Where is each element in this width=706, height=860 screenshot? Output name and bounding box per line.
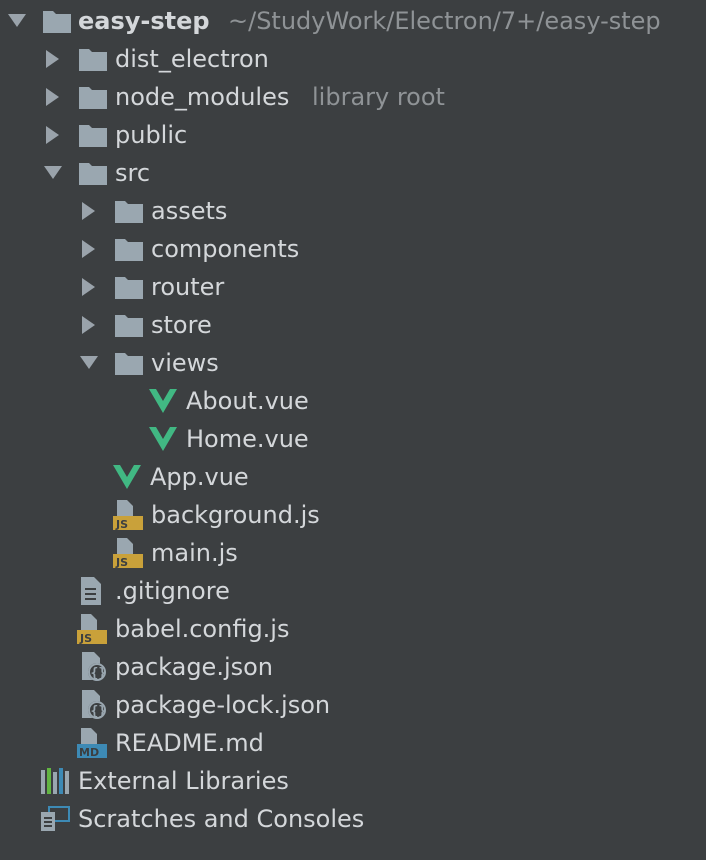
tree-row-store[interactable]: store — [0, 306, 706, 344]
tree-row-views[interactable]: views — [0, 344, 706, 382]
triangle-down-icon[interactable] — [6, 10, 28, 32]
folder-label: store — [151, 311, 212, 339]
triangle-right-icon[interactable] — [78, 276, 100, 298]
js-file-icon: JS — [113, 500, 143, 530]
project-path: ~/StudyWork/Electron/7+/easy-step — [228, 7, 661, 35]
js-badge-text: JS — [115, 518, 128, 530]
tree-row-background-js[interactable]: JS background.js — [0, 496, 706, 534]
project-tree: easy-step ~/StudyWork/Electron/7+/easy-s… — [0, 0, 706, 860]
tree-row-assets[interactable]: assets — [0, 192, 706, 230]
file-label: background.js — [151, 501, 320, 529]
file-label: About.vue — [186, 387, 309, 415]
folder-icon — [114, 196, 144, 226]
library-icon — [40, 766, 70, 796]
folder-label: src — [115, 159, 151, 187]
file-label: App.vue — [150, 463, 249, 491]
triangle-right-icon[interactable] — [78, 200, 100, 222]
folder-label: assets — [151, 197, 228, 225]
file-label: .gitignore — [115, 577, 230, 605]
tree-row-easy-step[interactable]: easy-step ~/StudyWork/Electron/7+/easy-s… — [0, 2, 706, 40]
tree-row-node-modules[interactable]: node_modules library root — [0, 78, 706, 116]
tree-row-src[interactable]: src — [0, 154, 706, 192]
triangle-right-icon[interactable] — [42, 124, 64, 146]
triangle-down-icon[interactable] — [78, 352, 100, 374]
folder-label: node_modules — [115, 83, 290, 111]
tree-row-public[interactable]: public — [0, 116, 706, 154]
js-file-icon: JS — [113, 538, 143, 568]
folder-icon — [114, 310, 144, 340]
folder-icon — [114, 348, 144, 378]
svg-text:{}: {} — [91, 666, 107, 681]
svg-text:{}: {} — [91, 704, 107, 719]
file-label: main.js — [151, 539, 238, 567]
json-file-icon: {} — [78, 652, 108, 682]
triangle-down-icon[interactable] — [42, 162, 64, 184]
json-file-icon: {} — [78, 690, 108, 720]
tree-row-external-libraries[interactable]: External Libraries — [0, 762, 706, 800]
file-label: package-lock.json — [115, 691, 331, 719]
file-label: babel.config.js — [115, 615, 290, 643]
folder-label: router — [151, 273, 225, 301]
file-label: Home.vue — [186, 425, 309, 453]
tree-row-readme[interactable]: MD README.md — [0, 724, 706, 762]
tree-label: Scratches and Consoles — [78, 805, 365, 833]
folder-label: public — [115, 121, 188, 149]
tree-row-main-js[interactable]: JS main.js — [0, 534, 706, 572]
folder-icon — [78, 44, 108, 74]
folder-icon — [114, 234, 144, 264]
tree-row-gitignore[interactable]: .gitignore — [0, 572, 706, 610]
library-root-hint: library root — [312, 83, 445, 111]
tree-row-about-vue[interactable]: About.vue — [0, 382, 706, 420]
vue-icon — [112, 462, 142, 492]
file-label: README.md — [115, 729, 264, 757]
folder-label: views — [151, 349, 219, 377]
tree-row-package-json[interactable]: {} package.json — [0, 648, 706, 686]
vue-icon — [148, 424, 178, 454]
tree-row-router[interactable]: router — [0, 268, 706, 306]
triangle-right-icon[interactable] — [42, 86, 64, 108]
tree-row-babel-config[interactable]: JS babel.config.js — [0, 610, 706, 648]
js-badge-text: JS — [115, 556, 128, 568]
md-badge-text: MD — [79, 746, 99, 758]
tree-row-app-vue[interactable]: App.vue — [0, 458, 706, 496]
js-badge-text: JS — [79, 632, 92, 644]
tree-row-package-lock[interactable]: {} package-lock.json — [0, 686, 706, 724]
triangle-right-icon[interactable] — [78, 238, 100, 260]
file-label: package.json — [115, 653, 274, 681]
vue-icon — [148, 386, 178, 416]
markdown-file-icon: MD — [77, 728, 107, 758]
triangle-right-icon[interactable] — [78, 314, 100, 336]
folder-icon — [114, 272, 144, 302]
folder-icon — [78, 158, 108, 188]
folder-icon — [78, 120, 108, 150]
project-name: easy-step — [78, 7, 210, 35]
tree-row-scratches[interactable]: Scratches and Consoles — [0, 800, 706, 838]
tree-row-components[interactable]: components — [0, 230, 706, 268]
folder-icon — [78, 82, 108, 112]
text-file-icon — [76, 576, 106, 606]
scratches-icon — [40, 804, 70, 834]
folder-icon — [42, 6, 72, 36]
tree-row-dist-electron[interactable]: dist_electron — [0, 40, 706, 78]
tree-row-home-vue[interactable]: Home.vue — [0, 420, 706, 458]
folder-label: dist_electron — [115, 45, 269, 73]
js-file-icon: JS — [77, 614, 107, 644]
folder-label: components — [151, 235, 300, 263]
triangle-right-icon[interactable] — [42, 48, 64, 70]
tree-label: External Libraries — [78, 767, 289, 795]
